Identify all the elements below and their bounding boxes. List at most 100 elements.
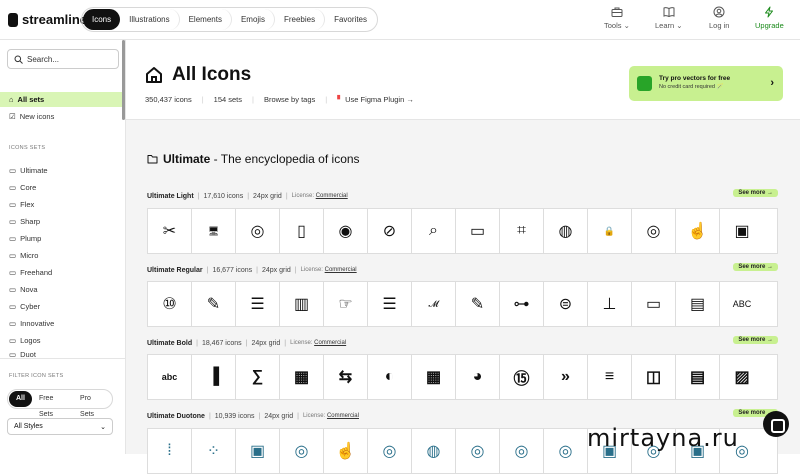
nav-tools[interactable]: Tools ⌄ xyxy=(604,6,630,30)
icon-preview-cell[interactable]: ◍ xyxy=(412,429,456,473)
license-link[interactable]: Commercial xyxy=(325,267,357,273)
icon-preview-cell[interactable]: ⊘ xyxy=(368,209,412,253)
sidebar-set-core[interactable]: ▭ Core xyxy=(0,180,122,195)
set-name[interactable]: Ultimate Regular xyxy=(147,267,203,274)
sidebar-scrollbar[interactable] xyxy=(122,40,125,120)
icon-preview-cell[interactable]: ☰ xyxy=(236,282,280,326)
icon-preview-cell[interactable]: ◕ xyxy=(456,355,500,399)
sidebar-set-duot[interactable]: ▭ Duot xyxy=(0,350,122,358)
license-link[interactable]: Commercial xyxy=(316,193,348,199)
see-more-button[interactable]: See more → xyxy=(733,189,778,197)
sidebar-set-nova[interactable]: ▭ Nova xyxy=(0,282,122,297)
icon-preview-cell[interactable]: ▣ xyxy=(236,429,280,473)
icon-preview-cell[interactable]: ABC xyxy=(720,282,764,326)
icon-preview-cell[interactable]: ⊶ xyxy=(500,282,544,326)
sidebar-set-cyber[interactable]: ▭ Cyber xyxy=(0,299,122,314)
icon-preview-cell[interactable]: ☝ xyxy=(324,429,368,473)
icon-preview-cell[interactable]: ⌕ xyxy=(412,209,456,253)
styles-select[interactable]: All Styles ⌄ xyxy=(7,418,113,435)
icon-preview-cell[interactable]: ▤ xyxy=(676,355,720,399)
icon-preview-cell[interactable]: ☞ xyxy=(324,282,368,326)
icon-preview-cell[interactable]: ⇆ xyxy=(324,355,368,399)
tab-emojis[interactable]: Emojis xyxy=(232,9,275,30)
tab-favorites[interactable]: Favorites xyxy=(325,9,376,30)
icon-preview-cell[interactable]: ◎ xyxy=(368,429,412,473)
icon-preview-cell[interactable]: ☰ xyxy=(368,282,412,326)
icon-preview-cell[interactable]: ◎ xyxy=(280,429,324,473)
icon-preview-cell[interactable]: ▭ xyxy=(632,282,676,326)
icon-preview-cell[interactable]: ▤ xyxy=(676,282,720,326)
icon-preview-cell[interactable]: ✎ xyxy=(192,282,236,326)
icon-preview-cell[interactable]: ⌗ xyxy=(500,209,544,253)
icon-preview-cell[interactable]: ▐ xyxy=(192,355,236,399)
icon-preview-cell[interactable]: » xyxy=(544,355,588,399)
icon-preview-cell[interactable]: ▣ xyxy=(720,209,764,253)
sidebar-set-freehand[interactable]: ▭ Freehand xyxy=(0,265,122,280)
sidebar-set-ultimate[interactable]: ▭ Ultimate xyxy=(0,163,122,178)
tab-icons[interactable]: Icons xyxy=(83,9,121,30)
sidebar-set-flex[interactable]: ▭ Flex xyxy=(0,197,122,212)
sidebar-item-label: All sets xyxy=(17,95,45,104)
icon-preview-cell[interactable]: ✂ xyxy=(148,209,192,253)
icon-preview-cell[interactable]: ⊥ xyxy=(588,282,632,326)
sidebar-set-logos[interactable]: ▭ Logos xyxy=(0,333,122,348)
license-link[interactable]: Commercial xyxy=(327,413,359,419)
see-more-button[interactable]: See more → xyxy=(733,336,778,344)
promo-banner[interactable]: Try pro vectors for free No credit card … xyxy=(629,66,783,101)
icon-preview-cell[interactable]: ⁞ xyxy=(148,429,192,473)
icon-preview-cell[interactable]: abc xyxy=(148,355,192,399)
icon-preview-cell[interactable]: ◎ xyxy=(544,429,588,473)
icon-preview-cell[interactable]: ▯ xyxy=(280,209,324,253)
filter-free-sets[interactable]: Free Sets xyxy=(32,391,73,418)
figma-plugin-link[interactable]: ▘ Use Figma Plugin → xyxy=(337,95,414,104)
set-name[interactable]: Ultimate Bold xyxy=(147,340,192,347)
icon-preview-cell[interactable]: ▦ xyxy=(412,355,456,399)
sidebar-set-sharp[interactable]: ▭ Sharp xyxy=(0,214,122,229)
browse-by-tags-link[interactable]: Browse by tags xyxy=(264,95,315,104)
chat-icon[interactable] xyxy=(763,411,789,437)
set-name[interactable]: Ultimate Light xyxy=(147,193,194,200)
icon-preview-cell[interactable]: ☝ xyxy=(676,209,720,253)
filter-all[interactable]: All xyxy=(9,391,32,407)
set-name[interactable]: Ultimate Duotone xyxy=(147,413,205,420)
brand-logo[interactable]: streamline xyxy=(8,12,87,27)
icon-preview-cell[interactable]: ◎ xyxy=(632,209,676,253)
filter-pro-sets[interactable]: Pro Sets xyxy=(73,391,111,418)
search-input[interactable]: Search... xyxy=(7,49,119,69)
sidebar-item-all-sets[interactable]: ⌂ All sets xyxy=(0,92,122,107)
icon-preview-cell[interactable]: ◐ xyxy=(368,355,412,399)
icon-preview-cell[interactable]: ◎ xyxy=(236,209,280,253)
icon-preview-cell[interactable]: ◉ xyxy=(324,209,368,253)
icon-preview-cell[interactable]: ∑ xyxy=(236,355,280,399)
tab-freebies[interactable]: Freebies xyxy=(275,9,326,30)
icon-preview-cell[interactable]: ⊜ xyxy=(544,282,588,326)
icon-preview-cell[interactable]: ◍ xyxy=(544,209,588,253)
icon-preview-cell[interactable]: 🔒 xyxy=(588,209,632,253)
icon-preview-cell[interactable]: ⑩ xyxy=(148,282,192,326)
sidebar-set-plump[interactable]: ▭ Plump xyxy=(0,231,122,246)
icon-preview-cell[interactable]: ⁘ xyxy=(192,429,236,473)
icon-preview-cell[interactable]: ⑮ xyxy=(500,355,544,399)
see-more-button[interactable]: See more → xyxy=(733,263,778,271)
icon-preview-cell[interactable]: ◎ xyxy=(456,429,500,473)
icon-preview-cell[interactable]: 🖥 xyxy=(192,209,236,253)
sidebar-item-new-icons[interactable]: ☑ New icons xyxy=(0,109,122,124)
icon-preview-cell[interactable]: ◎ xyxy=(500,429,544,473)
nav-login[interactable]: Log in xyxy=(709,6,729,30)
icon-preview-cell[interactable]: ▨ xyxy=(720,355,764,399)
nav-learn[interactable]: Learn ⌄ xyxy=(655,6,683,30)
icon-preview-cell[interactable]: ≡ xyxy=(588,355,632,399)
icon-preview-cell[interactable]: ▥ xyxy=(280,282,324,326)
preview-icon: ◕ xyxy=(472,368,483,385)
icon-preview-cell[interactable]: ◫ xyxy=(632,355,676,399)
icon-preview-cell[interactable]: ✎ xyxy=(456,282,500,326)
license-link[interactable]: Commercial xyxy=(314,340,346,346)
icon-preview-cell[interactable]: 𝓜 xyxy=(412,282,456,326)
sidebar-set-micro[interactable]: ▭ Micro xyxy=(0,248,122,263)
nav-upgrade[interactable]: Upgrade xyxy=(755,6,784,30)
icon-preview-cell[interactable]: ▭ xyxy=(456,209,500,253)
tab-illustrations[interactable]: Illustrations xyxy=(120,9,180,30)
icon-preview-cell[interactable]: ▦ xyxy=(280,355,324,399)
tab-elements[interactable]: Elements xyxy=(180,9,232,30)
sidebar-set-innovative[interactable]: ▭ Innovative xyxy=(0,316,122,331)
